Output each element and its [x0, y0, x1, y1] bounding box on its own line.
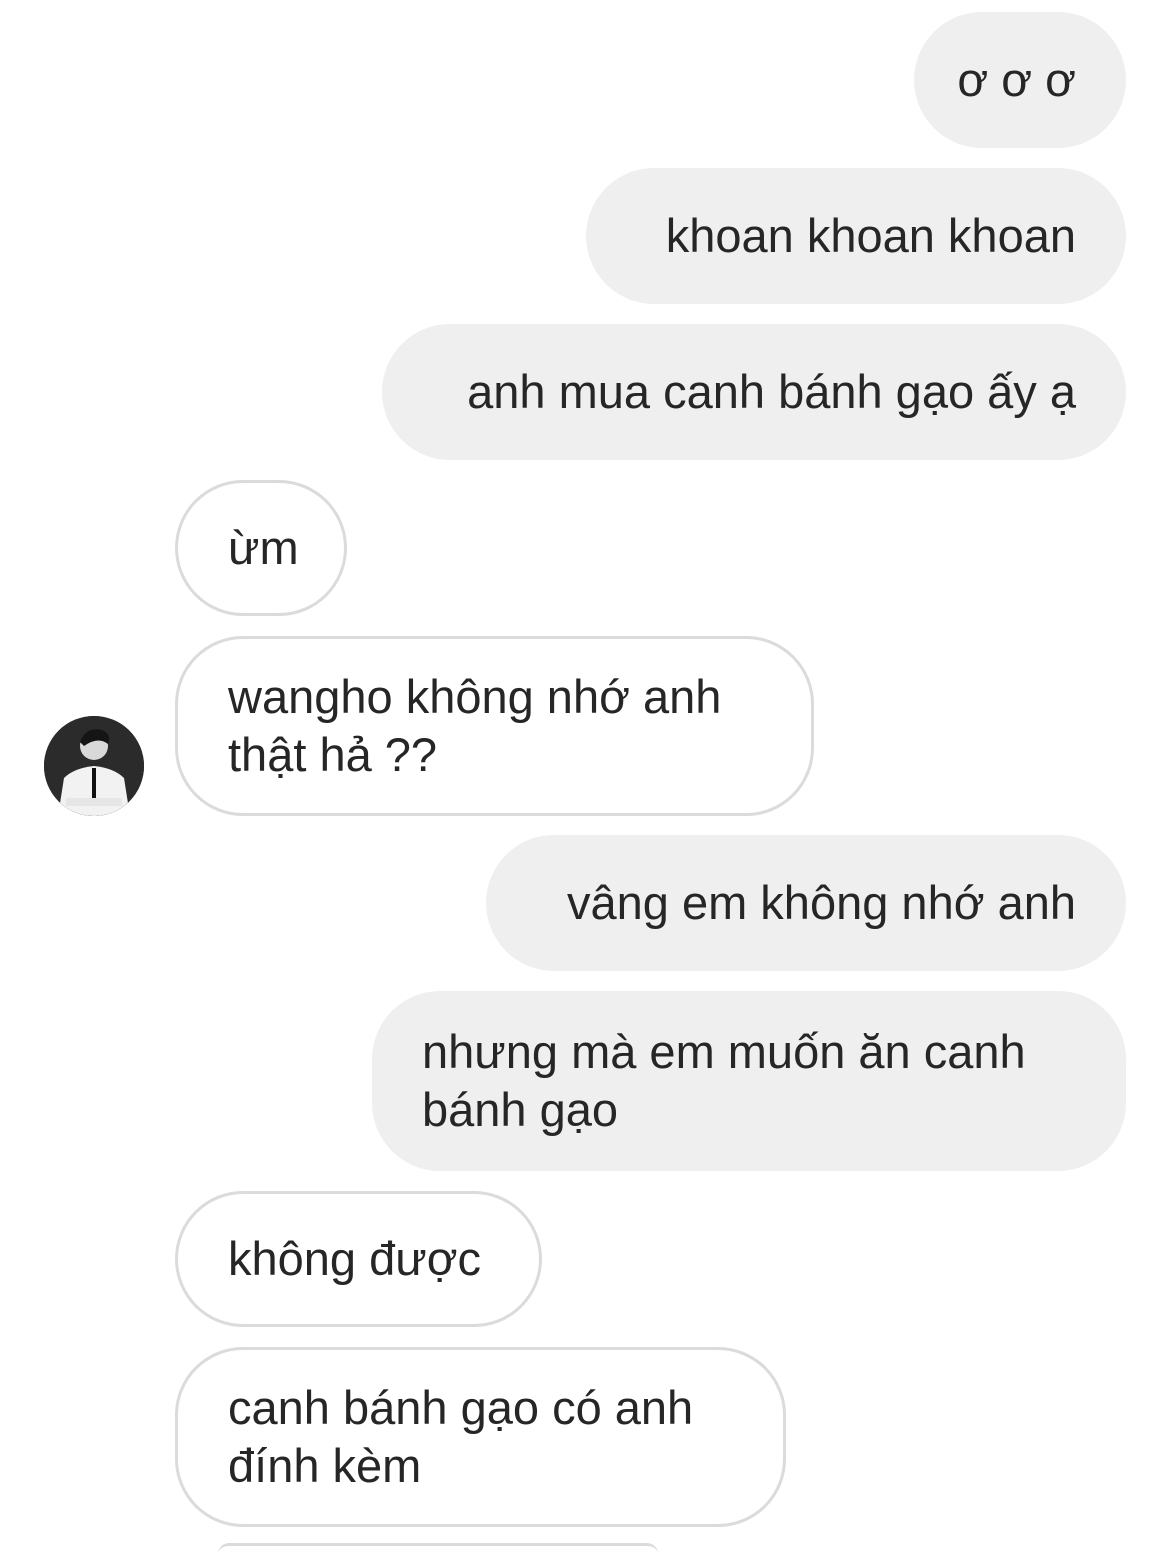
message-line: wangho không nhớ anh [228, 670, 722, 723]
profile-photo-avatar-icon [44, 716, 144, 816]
message-text: nhưng mà em muốn ăn canh bánh gạo [422, 1023, 1026, 1139]
message-text: anh mua canh bánh gạo ấy ạ [467, 365, 1076, 418]
message-line: canh bánh gạo có anh [228, 1381, 694, 1434]
message-bubble-outgoing[interactable]: anh mua canh bánh gạo ấy ạ [382, 324, 1126, 460]
message-text: khoan khoan khoan [665, 209, 1076, 262]
message-bubble-outgoing[interactable]: nhưng mà em muốn ăn canh bánh gạo [372, 991, 1126, 1171]
message-line: nhưng mà em muốn ăn canh [422, 1025, 1026, 1078]
message-text: wangho không nhớ anh thật hả ?? [228, 668, 721, 784]
message-line: đính kèm [228, 1439, 422, 1492]
message-bubble-incoming[interactable]: không được [175, 1191, 542, 1327]
message-bubble-outgoing[interactable]: khoan khoan khoan [586, 168, 1126, 304]
message-bubble-incoming[interactable]: wangho không nhớ anh thật hả ?? [175, 636, 814, 816]
message-text: canh bánh gạo có anh đính kèm [228, 1379, 693, 1495]
message-text: ừm [228, 521, 299, 574]
message-bubble-outgoing[interactable]: vâng em không nhớ anh [486, 835, 1126, 971]
message-text: vâng em không nhớ anh [566, 876, 1076, 929]
message-line: bánh gạo [422, 1083, 619, 1136]
avatar[interactable] [44, 716, 144, 816]
message-bubble-incoming[interactable]: canh bánh gạo có anh đính kèm [175, 1347, 786, 1527]
message-bubble-incoming[interactable]: ừm [175, 480, 347, 616]
message-text: ơ ơ ơ [957, 53, 1076, 106]
next-message-bubble-edge [218, 1543, 658, 1554]
message-bubble-outgoing[interactable]: ơ ơ ơ [914, 12, 1126, 148]
message-line: thật hả ?? [228, 728, 438, 781]
message-text: không được [228, 1232, 482, 1285]
